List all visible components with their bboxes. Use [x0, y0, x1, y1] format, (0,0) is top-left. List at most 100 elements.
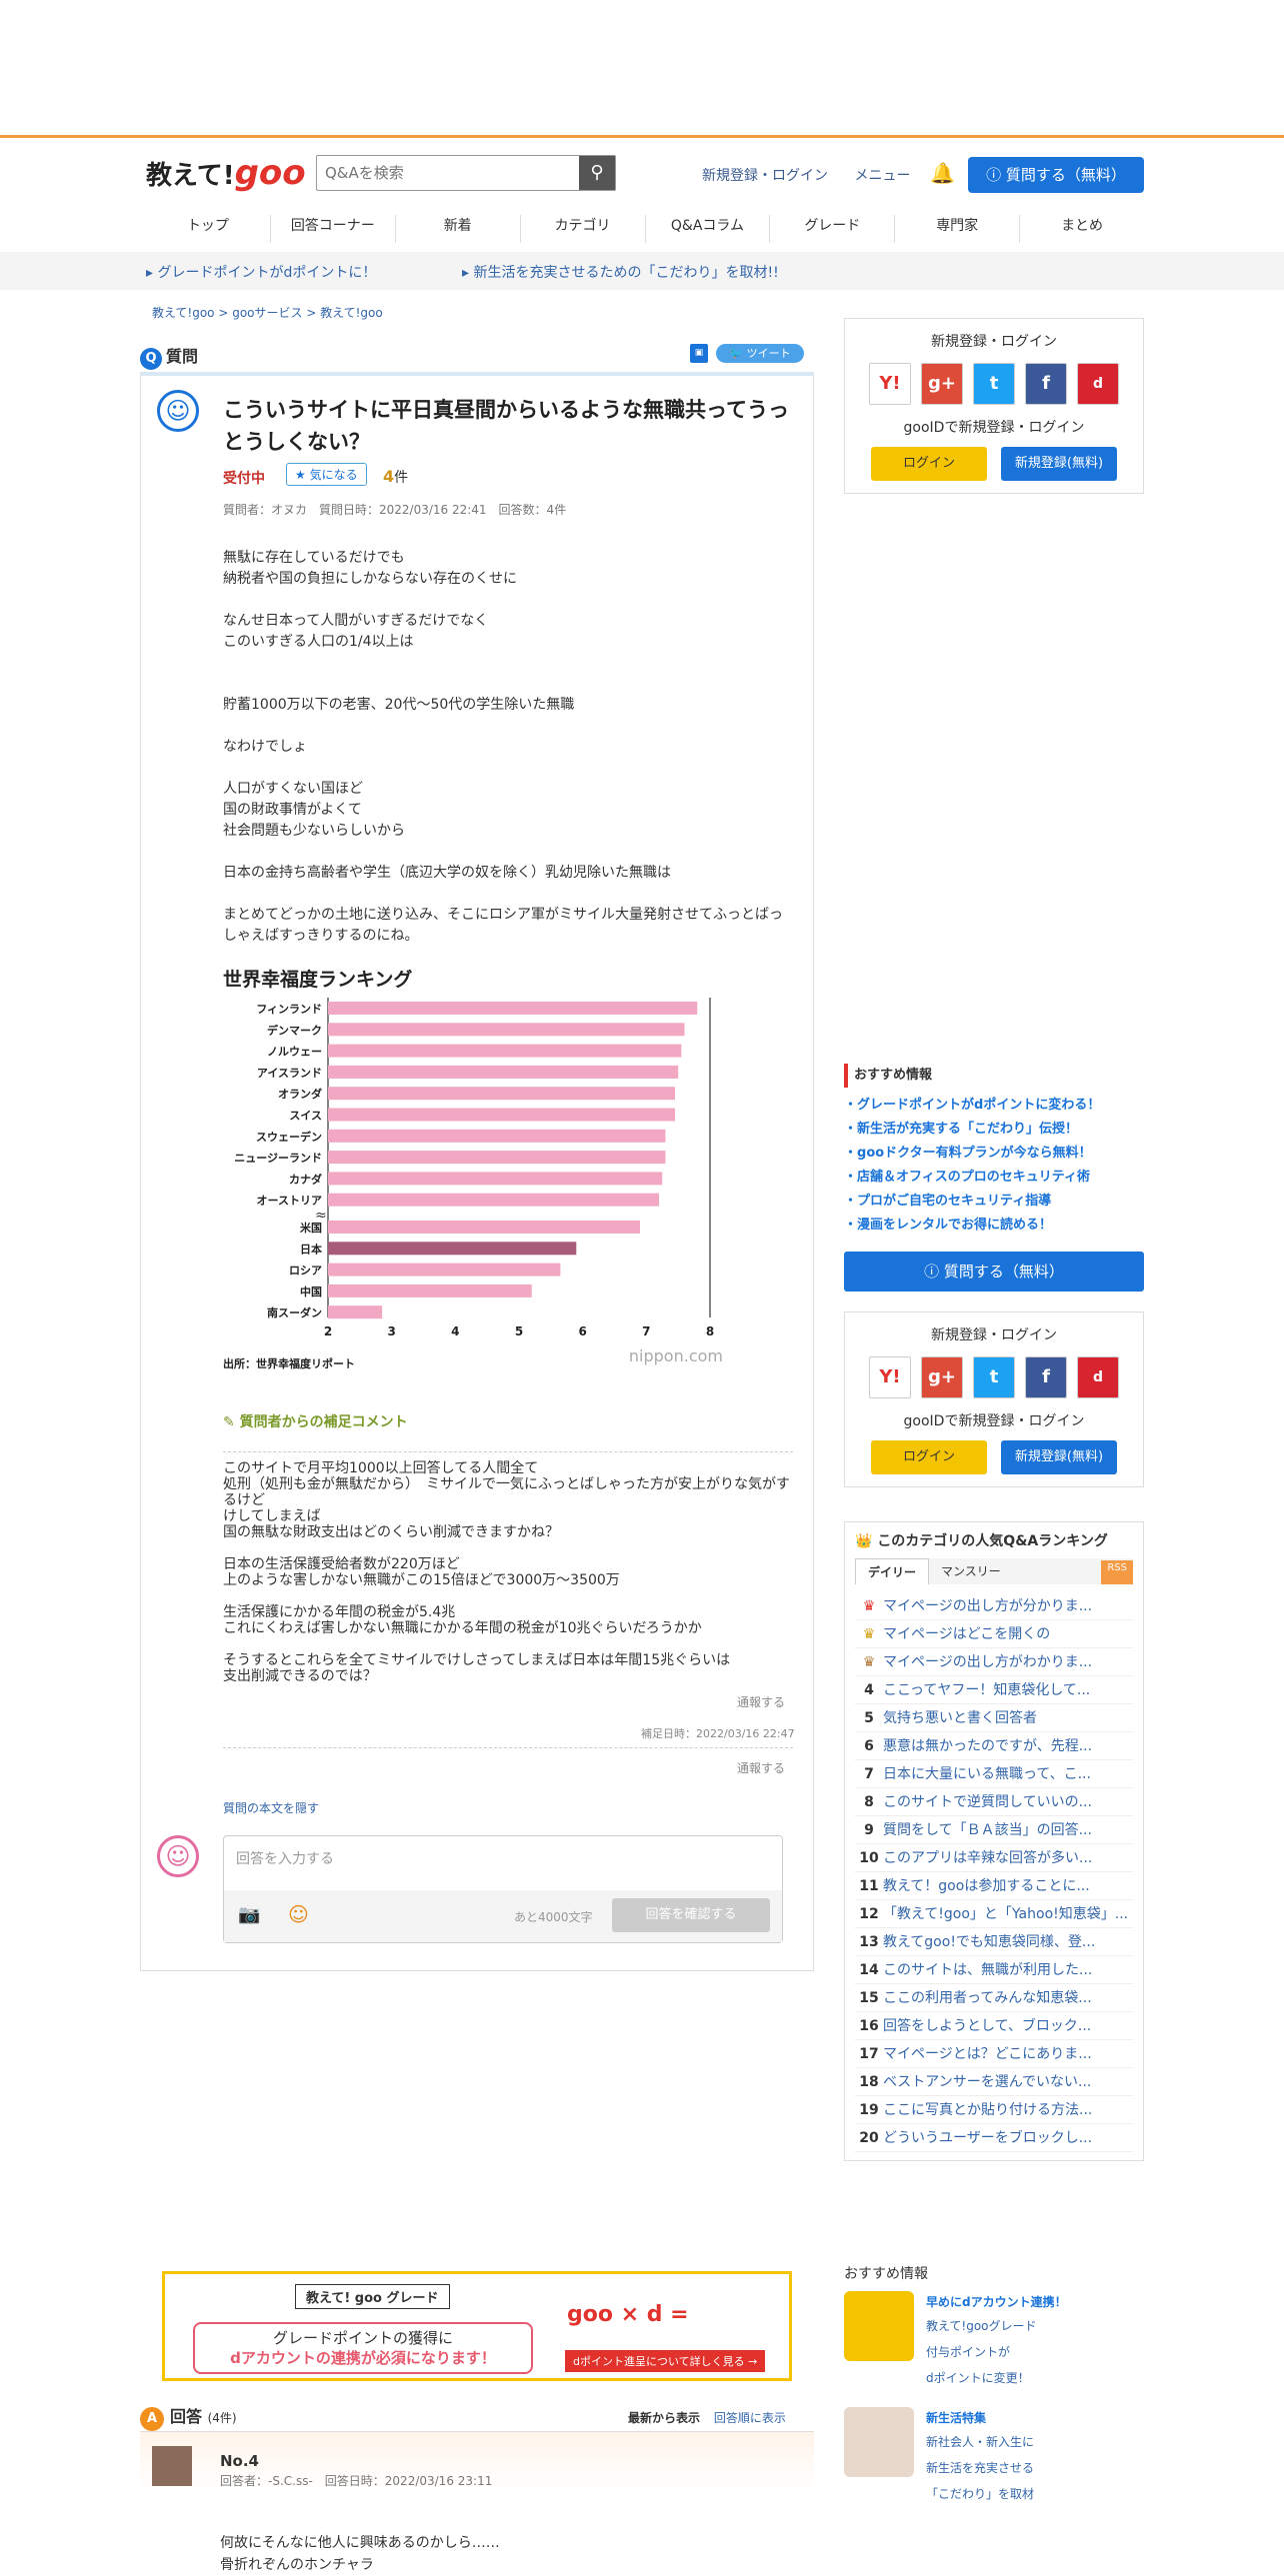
nav-item[interactable]: 回答コーナー [271, 215, 396, 243]
menu-link[interactable]: メニュー [854, 168, 910, 184]
tweet-button[interactable]: 🐦 ツイート [716, 344, 804, 363]
ranking-item[interactable]: 12 「教えて!goo」と「Yahoo!知恵袋」... [855, 1900, 1133, 1928]
nav-item[interactable]: グレード [770, 215, 896, 243]
login-title: 新規登録・ログイン [931, 334, 1057, 350]
register-button[interactable]: 新規登録(無料) [1001, 1440, 1117, 1474]
camera-icon[interactable]: 📷 [238, 1904, 260, 1925]
rank-title: 質問をして「ＢＡ該当」の回答... [883, 1822, 1092, 1838]
nav-item[interactable]: カテゴリ [521, 215, 646, 243]
sort-newest[interactable]: 最新から表示 [628, 2411, 700, 2425]
ranking-item[interactable]: 16 回答をしようとして、ブロック... [855, 2012, 1133, 2040]
nav-item[interactable]: Q&Aコラム [646, 215, 771, 243]
ranking-item[interactable]: ♛ マイページの出し方がわかりま... [855, 1648, 1133, 1676]
ranking-item[interactable]: 20 どういうユーザーをブロックし... [855, 2124, 1133, 2152]
ranking-item[interactable]: 11 教えて！gooは参加することに... [855, 1872, 1133, 1900]
ranking-item[interactable]: 14 このサイトは、無職が利用した... [855, 1956, 1133, 1984]
recommend-link[interactable]: ・店舗＆オフィスのプロのセキュリティ術 [844, 1166, 1144, 1190]
tab-monthly[interactable]: マンスリー [929, 1558, 1013, 1584]
google-login-icon[interactable]: g+ [921, 1356, 963, 1398]
chart-bar [328, 1151, 666, 1165]
chart-tick-label: 3 [387, 1324, 395, 1338]
emoji-icon[interactable]: ☺ [288, 1902, 309, 1926]
answer-input[interactable]: 回答を入力する 📷 ☺ あと4000文字 回答を確認する [223, 1835, 783, 1943]
twitter-login-icon[interactable]: t [973, 1356, 1015, 1398]
search-input[interactable] [317, 156, 577, 190]
ranking-item[interactable]: 7 日本に大量にいる無職って、こ... [855, 1760, 1133, 1788]
ranking-item[interactable]: 8 このサイトで逆質問していいの... [855, 1788, 1133, 1816]
login-button[interactable]: ログイン [871, 1440, 987, 1474]
ask-question-button[interactable]: ⓘ 質問する（無料） [968, 157, 1144, 193]
rank-number: 9 [864, 1822, 874, 1838]
search-icon[interactable]: ⚲ [579, 156, 615, 190]
banner-cta[interactable]: dポイント進呈について詳しく見る → [565, 2350, 766, 2372]
a-icon: A [140, 2407, 164, 2431]
docomo-login-icon[interactable]: d [1077, 1356, 1119, 1398]
ranking-item[interactable]: 18 ベストアンサーを選んでいない... [855, 2068, 1133, 2096]
share-icon[interactable]: ▣ [690, 344, 708, 363]
rank-number: 11 [859, 1878, 879, 1894]
login-link[interactable]: 新規登録・ログイン [702, 168, 828, 184]
ranking-item[interactable]: 17 マイページとは？どこにありま... [855, 2040, 1133, 2068]
tab-daily[interactable]: デイリー [855, 1558, 930, 1584]
breadcrumb-item[interactable]: gooサービス [232, 306, 302, 320]
breadcrumb-item[interactable]: 教えて!goo [320, 306, 383, 320]
yahoo-login-icon[interactable]: Y! [869, 1356, 911, 1398]
chart-category-label: フィンランド [256, 1003, 322, 1016]
chart-bar [328, 1172, 663, 1186]
ranking-item[interactable]: 6 悪意は無かったのですが、先程... [855, 1732, 1133, 1760]
ranking-item[interactable]: 9 質問をして「ＢＡ該当」の回答... [855, 1816, 1133, 1844]
ranking-list: ♛ マイページの出し方が分かりま... ♛ マイページはどこを開くの ♛ マイページの出し… [855, 1592, 1133, 2152]
recommend-item[interactable]: 早めにdアカウント連携！ 教えて!gooグレード 付与ポイントが dポイントに変更！ [844, 2291, 1144, 2391]
ranking-item[interactable]: 5 気持ち悪いと書く回答者 [855, 1704, 1133, 1732]
recommend-link[interactable]: ・グレードポイントがdポイントに変わる！ [844, 1094, 1144, 1118]
rss-icon[interactable]: RSS [1101, 1560, 1133, 1584]
google-login-icon[interactable]: g+ [921, 363, 963, 405]
twitter-login-icon[interactable]: t [973, 363, 1015, 405]
rank-number: 7 [864, 1766, 874, 1782]
bell-icon[interactable]: 🔔 [930, 161, 955, 185]
site-logo[interactable]: 教えて!goo [146, 153, 306, 193]
notice-link[interactable]: ▸ グレードポイントがdポイントに！ [146, 262, 376, 282]
ranking-item[interactable]: 4 ここってヤフー！知恵袋化して... [855, 1676, 1133, 1704]
recommend-link[interactable]: ・新生活が充実する「こだわり」伝授！ [844, 1118, 1144, 1142]
breadcrumb-item[interactable]: 教えて!goo [152, 306, 215, 320]
nav-item[interactable]: まとめ [1020, 215, 1144, 243]
notice-link[interactable]: ▸ 新生活を充実させるための「こだわり」を取材!! [462, 262, 779, 282]
nav-item[interactable]: トップ [146, 215, 271, 243]
yahoo-login-icon[interactable]: Y! [869, 363, 911, 405]
login-title: 新規登録・ログイン [931, 1327, 1057, 1343]
login-box: 新規登録・ログイン Y! g+ t f d gooIDで新規登録・ログイン ログ… [844, 318, 1144, 494]
report-link[interactable]: 通報する [737, 1759, 785, 1776]
docomo-login-icon[interactable]: d [1077, 363, 1119, 405]
register-button[interactable]: 新規登録(無料) [1001, 447, 1117, 481]
login-button[interactable]: ログイン [871, 447, 987, 481]
sort-order[interactable]: 回答順に表示 [714, 2411, 786, 2425]
facebook-login-icon[interactable]: f [1025, 1356, 1067, 1398]
ranking-item[interactable]: 15 ここの利用者ってみんな知恵袋... [855, 1984, 1133, 2012]
rank-number: 10 [859, 1850, 879, 1866]
recommend-link[interactable]: ・プロがご自宅のセキュリティ指導 [844, 1190, 1144, 1214]
rank-title: マイページの出し方がわかりま... [883, 1654, 1093, 1670]
ask-question-button[interactable]: ⓘ 質問する（無料） [844, 1252, 1144, 1291]
recommend-link[interactable]: ・漫画をレンタルでお得に読める！ [844, 1214, 1144, 1238]
ranking-item[interactable]: 13 教えてgoo!でも知恵袋同様、登... [855, 1928, 1133, 1956]
ranking-item[interactable]: ♛ マイページはどこを開くの [855, 1620, 1133, 1648]
nav-item[interactable]: 新着 [396, 215, 521, 243]
facebook-login-icon[interactable]: f [1025, 363, 1067, 405]
chart-category-label: アイスランド [257, 1067, 322, 1080]
favorite-button[interactable]: ★ 気になる [286, 463, 367, 486]
report-link[interactable]: 通報する [737, 1693, 785, 1710]
ranking-item[interactable]: 10 このアプリは辛辣な回答が多い... [855, 1844, 1133, 1872]
recommend-item[interactable]: 新生活特集 新社会人・新入生に 新生活を充実させる 「こだわり」を取材 [844, 2407, 1144, 2507]
answer-number: No.4 [220, 2452, 259, 2470]
rank-number: 5 [864, 1710, 874, 1726]
sidebar-login-2: 新規登録・ログイン Y! g+ t f d gooIDで新規登録・ログイン ログ… [844, 1311, 1144, 1487]
nav-item[interactable]: 専門家 [895, 215, 1021, 243]
hide-body-link[interactable]: 質問の本文を隠す [223, 1799, 319, 1816]
grade-banner[interactable]: 教えて! goo グレード グレードポイントの獲得に dアカウントの連携が必須にな… [162, 2271, 792, 2381]
recommend-link[interactable]: ・gooドクター有料プランが今なら無料！ [844, 1142, 1144, 1166]
confirm-answer-button[interactable]: 回答を確認する [612, 1898, 770, 1932]
ranking-item[interactable]: 19 ここに写真とか貼り付ける方法... [855, 2096, 1133, 2124]
chart-category-label: ニュージーランド [234, 1152, 322, 1165]
ranking-item[interactable]: ♛ マイページの出し方が分かりま... [855, 1592, 1133, 1620]
